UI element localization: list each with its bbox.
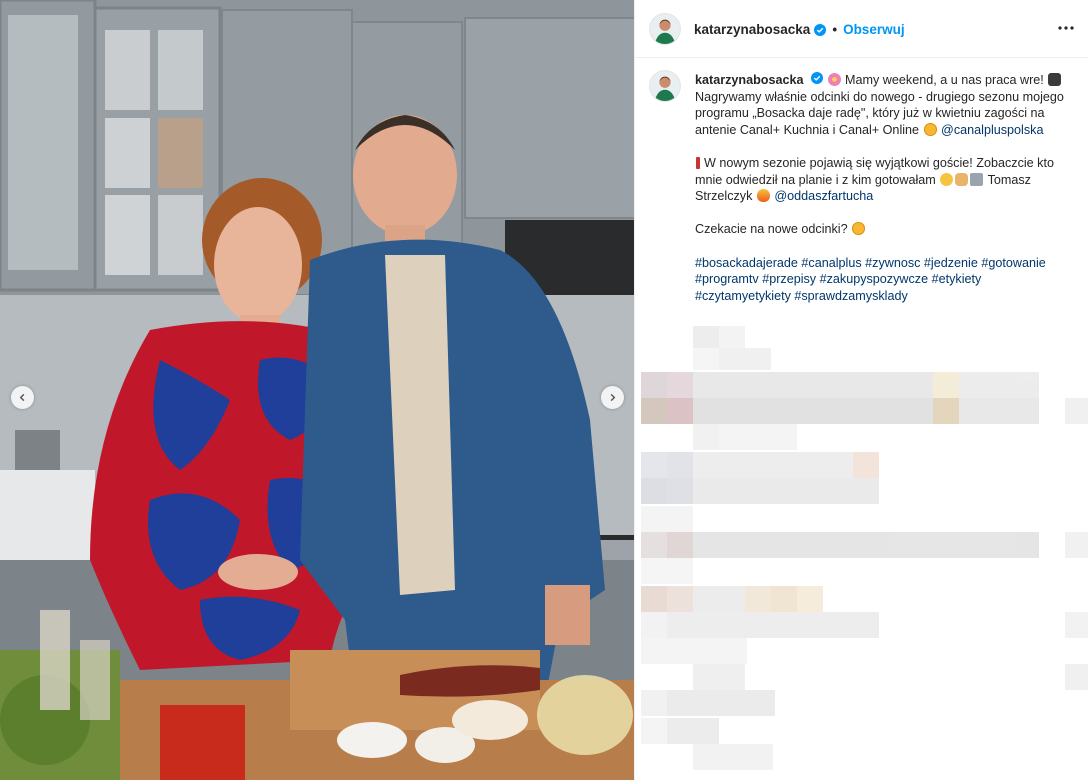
heart-eyes-emoji-icon — [923, 122, 937, 136]
avatar-image — [650, 71, 680, 101]
caption-avatar[interactable] — [649, 70, 681, 102]
pixelated-comments — [635, 326, 1088, 780]
chevron-left-icon — [19, 393, 25, 402]
post-photo[interactable] — [0, 0, 634, 780]
header-username[interactable]: katarzynabosacka — [694, 22, 810, 37]
avatar[interactable] — [649, 13, 681, 45]
pray-emoji-icon — [955, 172, 969, 186]
pixelation-pattern — [635, 326, 1088, 780]
caption-hashtags[interactable]: #bosackadajerade #canalplus #zywnosc #je… — [695, 255, 1077, 305]
camera-emoji-icon — [1048, 73, 1062, 86]
more-horizontal-icon — [1058, 26, 1074, 30]
kitchen-photo — [0, 0, 634, 780]
avatar-image — [650, 14, 680, 44]
caption-username[interactable]: katarzynabosacka — [695, 73, 804, 87]
header-separator: • — [832, 22, 838, 37]
smile-emoji-icon — [940, 172, 954, 186]
header-user-line: katarzynabosacka • Obserwuj — [694, 22, 905, 37]
follow-button[interactable]: Obserwuj — [843, 22, 905, 37]
exclamation-emoji-icon — [696, 156, 700, 169]
mention-canalpluspolska[interactable]: @canalpluspolska — [941, 123, 1043, 137]
heart-eyes-emoji-icon — [852, 222, 866, 236]
fire-emoji-icon — [756, 189, 770, 203]
clapperboard-emoji-icon — [970, 172, 984, 186]
more-options-button[interactable] — [1057, 19, 1075, 37]
post-side-panel: katarzynabosacka • Obserwuj katarzynabos… — [634, 0, 1088, 780]
chevron-right-icon — [610, 393, 616, 402]
mention-oddaszfartucha[interactable]: @oddaszfartucha — [774, 189, 873, 203]
flower-emoji-icon — [827, 73, 841, 86]
previous-image-button[interactable] — [11, 386, 34, 409]
caption-paragraph3: Czekacie na nowe odcinki? — [695, 222, 848, 237]
post-header: katarzynabosacka • Obserwuj — [635, 0, 1088, 58]
next-image-button[interactable] — [601, 386, 624, 409]
verified-badge-icon — [814, 23, 827, 36]
post-caption: katarzynabosacka Mamy weekend, a u nas p… — [695, 72, 1077, 304]
caption-line1: Mamy weekend, a u nas praca wre! — [845, 73, 1044, 87]
verified-badge-icon — [811, 72, 824, 84]
